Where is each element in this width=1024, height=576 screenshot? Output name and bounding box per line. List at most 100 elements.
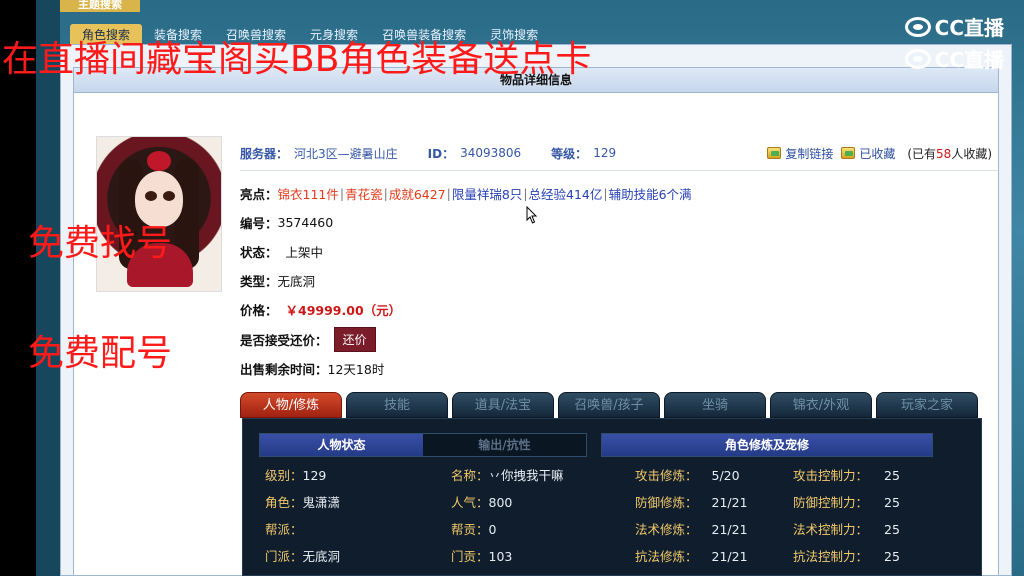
- stat-label: 帮派：: [265, 522, 303, 537]
- sub-tabs-left: 人物状态 输出/抗性: [259, 433, 587, 457]
- stat-label: 角色：: [265, 495, 303, 510]
- type-row: 类型： 无底洞: [240, 270, 315, 290]
- stat-value: 25: [884, 468, 900, 483]
- stat-value: 25: [884, 549, 900, 564]
- watermark-brand: CC直播: [934, 48, 1004, 72]
- stat-level: 级别：129: [265, 465, 326, 484]
- favorite-label: 已收藏: [859, 146, 896, 161]
- mouse-cursor-icon: [526, 206, 538, 224]
- subtab-cultivation[interactable]: 角色修炼及宠修: [601, 433, 933, 457]
- avatar-hair-ornament: [147, 151, 171, 171]
- meta-divider: [240, 170, 998, 171]
- favorite-button[interactable]: 已收藏: [841, 145, 895, 162]
- stat-value: 0: [488, 522, 497, 537]
- serial-row: 编号： 3574460: [240, 212, 333, 232]
- tab-pets-children[interactable]: 召唤兽/孩子: [558, 392, 660, 418]
- stat-popularity: 人气：800: [451, 492, 512, 511]
- fav-prefix: (已有: [907, 146, 937, 161]
- price-label: 价格：: [240, 302, 278, 318]
- top-section-label: 主题搜索: [60, 0, 140, 12]
- copy-link-label: 复制链接: [785, 146, 834, 161]
- bargain-button[interactable]: 还价: [333, 326, 376, 352]
- stat-label: 法术修炼：: [635, 522, 698, 537]
- level-label: 等级：: [551, 146, 588, 161]
- highlight-sep: |: [523, 185, 528, 201]
- stat-resist-control: 抗法控制力： 25: [793, 546, 900, 565]
- stat-value: 21/21: [711, 549, 748, 564]
- bargain-label: 是否接受还价：: [240, 332, 328, 348]
- watermark-bottom: CC直播: [904, 44, 1004, 73]
- stat-attack-cultivation: 攻击修炼： 5/20: [635, 465, 740, 484]
- stat-label: 门贡：: [451, 549, 489, 564]
- stat-attack-control: 攻击控制力： 25: [793, 465, 900, 484]
- favorite-count: 58: [936, 146, 952, 161]
- highlight-sep: |: [446, 185, 451, 201]
- stat-magic-cultivation: 法术修炼： 21/21: [635, 519, 748, 538]
- highlight-item: 总经验414亿: [528, 186, 603, 202]
- subtab-character-status[interactable]: 人物状态: [260, 434, 423, 456]
- remaining-time-label: 出售剩余时间：: [240, 361, 328, 377]
- remaining-time-value: 12天18时: [327, 361, 385, 377]
- tab-player-home[interactable]: 玩家之家: [876, 392, 978, 418]
- tab-outfits[interactable]: 锦衣/外观: [770, 392, 872, 418]
- tab-skills[interactable]: 技能: [346, 392, 448, 418]
- meta-actions: 复制链接 已收藏 (已有58人收藏): [767, 145, 992, 162]
- stat-guild: 帮派：: [265, 519, 303, 538]
- stat-value: 25: [884, 522, 900, 537]
- highlight-item: 辅助技能6个满: [608, 186, 692, 202]
- stat-defense-control: 防御控制力： 25: [793, 492, 900, 511]
- stat-role: 角色：鬼潇潇: [265, 492, 340, 511]
- type-label: 类型：: [240, 273, 278, 289]
- stat-label: 帮贡：: [451, 522, 489, 537]
- status-row: 状态： 上架中: [240, 241, 323, 261]
- highlights-label: 亮点：: [240, 186, 278, 202]
- stat-value: 21/21: [711, 495, 748, 510]
- stat-defense-cultivation: 防御修炼： 21/21: [635, 492, 748, 511]
- stat-label: 攻击控制力：: [793, 468, 869, 483]
- level-value: 129: [593, 146, 617, 160]
- character-avatar: [96, 136, 222, 292]
- stat-value: 25: [884, 495, 900, 510]
- stat-value: 无底洞: [302, 549, 341, 564]
- avatar-eye-right: [163, 191, 175, 201]
- stat-school-contribution: 门贡：103: [451, 546, 512, 565]
- tab-mounts[interactable]: 坐骑: [664, 392, 766, 418]
- stat-label: 抗法修炼：: [635, 549, 698, 564]
- bargain-row: 是否接受还价： 还价: [240, 326, 376, 352]
- item-meta-row: 服务器： 河北3区—避暑山庄 ID： 34093806 等级： 129 复制链接…: [240, 142, 992, 164]
- id-value: 34093806: [460, 146, 522, 160]
- cc-logo-icon: [904, 16, 931, 37]
- price-value: ￥49999.00（元）: [285, 302, 402, 318]
- subtab-output-resistance[interactable]: 输出/抗性: [423, 434, 586, 456]
- copy-link-button[interactable]: 复制链接: [767, 145, 833, 162]
- stat-value: 103: [488, 549, 513, 564]
- tab-items-treasures[interactable]: 道具/法宝: [452, 392, 554, 418]
- stat-value: 丷你拽我干嘛: [488, 468, 564, 483]
- id-label: ID：: [427, 146, 455, 161]
- tab-character-cultivation[interactable]: 人物/修炼: [240, 392, 342, 418]
- stat-label: 级别：: [265, 468, 303, 483]
- highlight-item: 青花瓷: [345, 186, 383, 202]
- cc-logo-icon: [904, 48, 931, 69]
- stat-label: 人气：: [451, 495, 489, 510]
- favorite-count-note: (已有58人收藏): [907, 145, 992, 162]
- watermark-brand: CC直播: [934, 16, 1004, 40]
- highlights-row: 亮点： 锦衣111件 | 青花瓷 | 成就6427 | 限量祥瑞8只 | 总经验414亿…: [240, 183, 692, 203]
- highlight-sep: |: [339, 185, 345, 201]
- highlight-sep: |: [603, 185, 608, 201]
- highlight-item: 成就6427: [388, 186, 446, 202]
- copy-link-icon: [767, 147, 782, 159]
- stat-label: 防御控制力：: [793, 495, 869, 510]
- stat-label: 门派：: [265, 549, 303, 564]
- stat-name: 名称：丷你拽我干嘛: [451, 465, 564, 484]
- server-label: 服务器：: [240, 146, 289, 161]
- stat-value: 800: [488, 495, 513, 510]
- overlay-free-match: 免费配号: [28, 333, 173, 374]
- watermark-top: CC直播: [904, 12, 1004, 41]
- type-value: 无底洞: [277, 273, 316, 289]
- highlight-item: 限量祥瑞8只: [451, 186, 523, 202]
- stat-value: 5/20: [711, 468, 740, 483]
- stat-resist-cultivation: 抗法修炼： 21/21: [635, 546, 748, 565]
- overlay-free-find: 免费找号: [28, 223, 173, 264]
- stat-label: 防御修炼：: [635, 495, 698, 510]
